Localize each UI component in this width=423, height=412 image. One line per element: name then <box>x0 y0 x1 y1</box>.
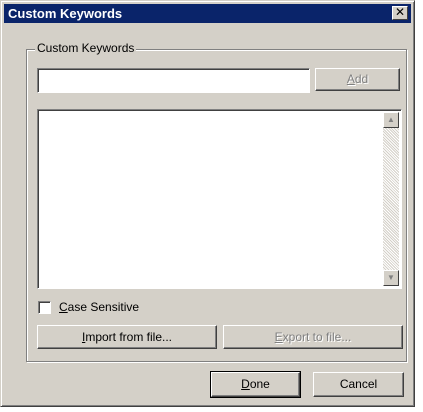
done-accel: D <box>241 377 250 391</box>
case-sensitive-label: Case Sensitive <box>59 300 139 315</box>
cancel-button[interactable]: Cancel <box>313 372 404 397</box>
vertical-scrollbar[interactable]: ▲ ▼ <box>383 112 399 286</box>
case-sensitive-accel: C <box>59 300 68 314</box>
add-accel: A <box>346 72 355 86</box>
keyword-input[interactable] <box>37 68 310 93</box>
cancel-label: Cancel <box>339 377 378 391</box>
case-sensitive-label-rest: ase Sensitive <box>67 300 140 314</box>
done-label-rest: one <box>249 377 270 391</box>
close-button[interactable]: ✕ <box>392 6 408 20</box>
group-legend: Custom Keywords <box>35 41 137 56</box>
export-to-file-button[interactable]: Export to file... <box>223 325 403 349</box>
scroll-down-arrow-icon[interactable]: ▼ <box>383 270 399 286</box>
import-label-rest: mport from file... <box>85 330 173 344</box>
title-bar[interactable]: Custom Keywords ✕ <box>4 4 411 23</box>
export-label-rest: xport to file... <box>282 330 352 344</box>
add-button[interactable]: Add <box>315 68 400 91</box>
close-icon: ✕ <box>394 5 406 19</box>
case-sensitive-checkbox[interactable] <box>38 301 51 314</box>
done-button[interactable]: Done <box>210 371 301 398</box>
scroll-up-arrow-icon[interactable]: ▲ <box>383 112 399 128</box>
window-title: Custom Keywords <box>8 6 123 21</box>
add-label-rest: dd <box>354 72 369 86</box>
export-accel: E <box>274 330 283 344</box>
import-from-file-button[interactable]: Import from file... <box>37 325 217 349</box>
keyword-list[interactable]: ▲ ▼ <box>37 109 402 289</box>
custom-keywords-dialog: Custom Keywords ✕ Custom Keywords Add ▲ … <box>0 0 415 407</box>
